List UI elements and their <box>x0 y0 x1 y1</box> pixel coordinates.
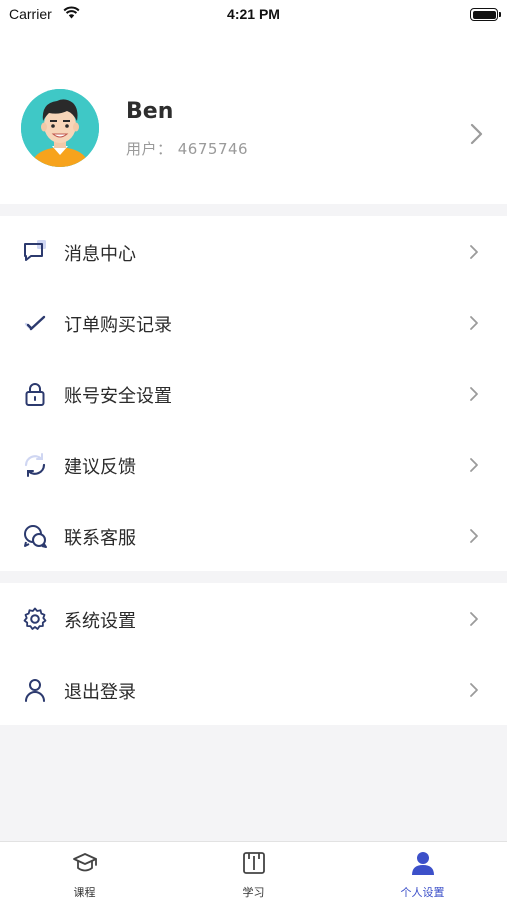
tab-personal-settings[interactable]: 个人设置 <box>338 842 507 900</box>
refresh-icon <box>24 453 46 477</box>
tab-label: 学习 <box>242 886 265 899</box>
tab-label: 课程 <box>73 886 96 899</box>
menu-item-messages[interactable]: 消息中心 <box>0 216 507 287</box>
user-icon <box>412 852 434 875</box>
menu-item-label: 退出登录 <box>64 682 136 703</box>
chevron-right-icon <box>470 529 478 543</box>
checkmark-icon <box>24 315 46 331</box>
avatar-illustration <box>21 89 99 167</box>
chevron-right-icon <box>470 612 478 626</box>
menu-item-label: 建议反馈 <box>64 457 136 478</box>
tab-label: 个人设置 <box>400 886 445 899</box>
menu-item-label: 账号安全设置 <box>64 386 172 407</box>
menu-group-main: 消息中心 订单购买记录 账号安全设置 建议反馈 联系客服 <box>0 216 507 571</box>
menu-item-system-settings[interactable]: 系统设置 <box>0 583 507 654</box>
lock-icon <box>25 383 45 406</box>
profile-header[interactable]: Ben 用户： 4675746 <box>0 28 507 204</box>
message-icon <box>24 240 46 261</box>
chat-bubbles-icon <box>24 525 47 548</box>
menu-item-label: 消息中心 <box>64 244 136 265</box>
chevron-right-icon[interactable] <box>470 123 484 145</box>
chevron-right-icon <box>470 683 478 697</box>
menu-item-feedback[interactable]: 建议反馈 <box>0 429 507 500</box>
menu-item-label: 系统设置 <box>64 611 136 632</box>
menu-item-logout[interactable]: 退出登录 <box>0 654 507 725</box>
menu-item-label: 订单购买记录 <box>64 315 172 336</box>
menu-group-system: 系统设置 退出登录 <box>0 583 507 725</box>
gear-icon <box>23 607 47 630</box>
book-icon <box>243 852 265 874</box>
clock: 4:21 PM <box>227 6 280 22</box>
chevron-right-icon <box>470 458 478 472</box>
menu-item-customer-service[interactable]: 联系客服 <box>0 500 507 571</box>
tab-courses[interactable]: 课程 <box>0 842 169 900</box>
tab-study[interactable]: 学习 <box>169 842 338 900</box>
battery-icon <box>470 8 501 21</box>
avatar[interactable] <box>21 89 99 167</box>
status-bar: Carrier 4:21 PM <box>0 0 507 28</box>
menu-item-label: 联系客服 <box>64 528 136 549</box>
tab-bar: 课程 学习 个人设置 <box>0 841 507 900</box>
user-name: Ben <box>126 99 174 124</box>
menu-item-orders[interactable]: 订单购买记录 <box>0 287 507 358</box>
menu-item-account-security[interactable]: 账号安全设置 <box>0 358 507 429</box>
user-id: 用户： 4675746 <box>126 140 249 158</box>
person-icon <box>25 679 45 702</box>
chevron-right-icon <box>470 245 478 259</box>
chevron-right-icon <box>470 316 478 330</box>
graduation-cap-icon <box>73 853 97 872</box>
chevron-right-icon <box>470 387 478 401</box>
